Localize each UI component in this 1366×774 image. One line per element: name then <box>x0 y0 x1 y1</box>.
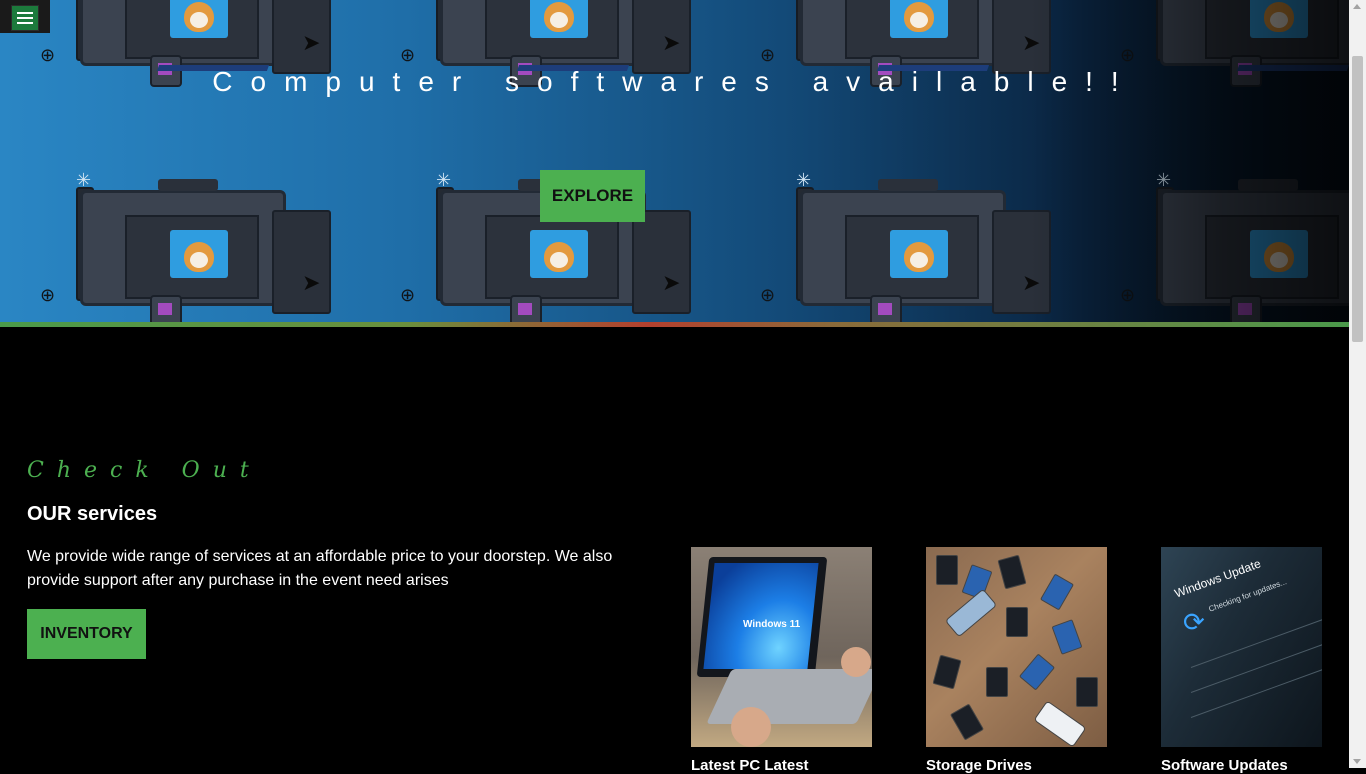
section-eyebrow: Check Out <box>27 458 262 483</box>
section-heading: OUR services <box>27 503 158 525</box>
explore-button[interactable]: EXPLORE <box>540 170 645 222</box>
hamburger-icon <box>11 5 39 31</box>
hero-divider <box>0 322 1349 327</box>
services-description: We provide wide range of services at an … <box>27 548 613 589</box>
hero-gradient-overlay <box>1029 0 1349 322</box>
menu-button[interactable] <box>0 0 50 33</box>
hero-banner: ⊕➤ ⊕➤ ⊕➤ ⊕➤ ✳⊕➤ ✳⊕➤ ✳⊕➤ ✳⊕➤ Computer sof… <box>0 0 1349 322</box>
hero-pattern-tile: ✳⊕➤ <box>40 170 340 322</box>
sync-icon: ⟳ <box>1183 607 1205 637</box>
scroll-down-arrow-icon[interactable] <box>1353 759 1361 764</box>
card-image-storage[interactable] <box>926 547 1107 747</box>
card-caption[interactable]: Latest PC Latest <box>691 757 809 774</box>
page-scrollbar[interactable] <box>1349 0 1366 768</box>
card-image-update[interactable]: Windows Update Checking for updates... ⟳ <box>1161 547 1322 747</box>
scroll-thumb[interactable] <box>1352 56 1363 342</box>
windows-logo-text: Windows 11 <box>743 619 801 630</box>
card-caption[interactable]: Storage Drives <box>926 757 1032 774</box>
hero-title: Computer softwares available!! <box>212 66 1137 97</box>
card-image-laptop[interactable]: Windows 11 <box>691 547 872 747</box>
scroll-up-arrow-icon[interactable] <box>1353 4 1361 9</box>
inventory-button[interactable]: INVENTORY <box>27 609 146 659</box>
hero-pattern-tile: ✳⊕➤ <box>760 170 1060 322</box>
card-caption[interactable]: Software Updates <box>1161 757 1288 774</box>
